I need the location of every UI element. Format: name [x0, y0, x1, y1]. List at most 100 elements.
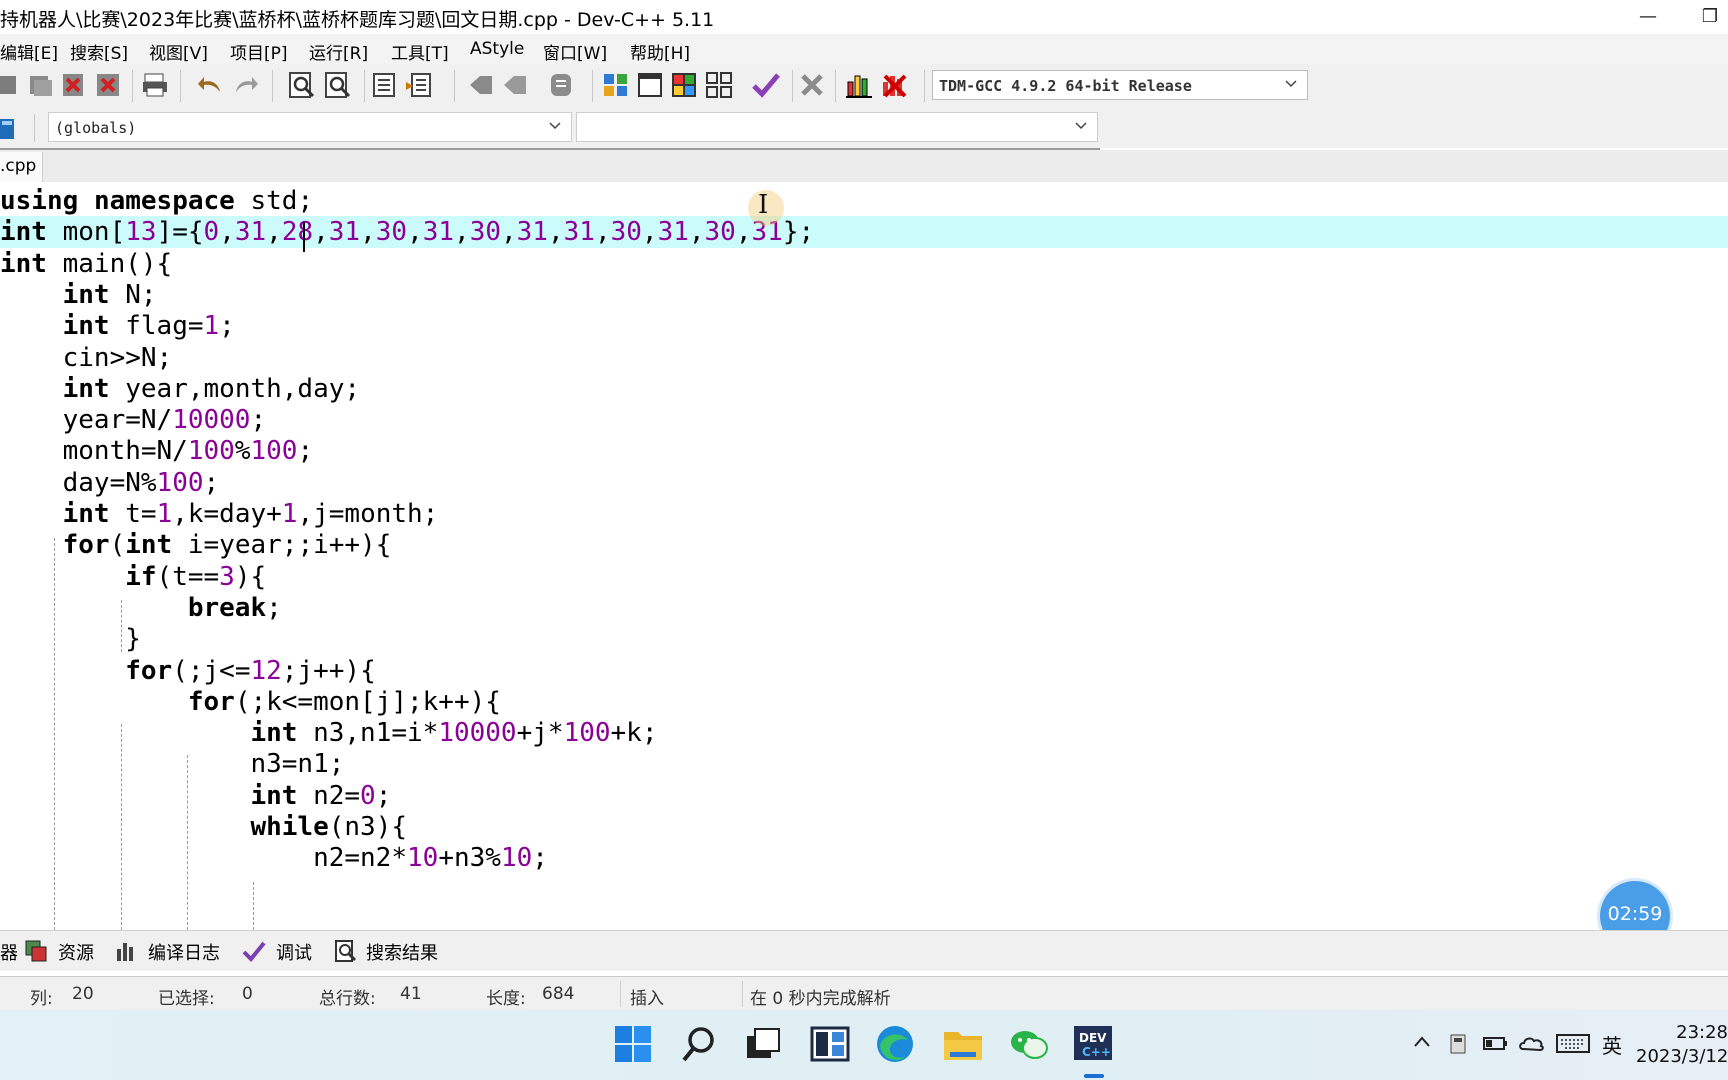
panel-tabs: 器 资源 编译日志 调试 搜索结果	[0, 930, 1728, 971]
task-view-icon[interactable]	[738, 1020, 788, 1068]
tab-resources[interactable]: 资源	[58, 939, 94, 965]
total-lines-label: 总行数:	[319, 989, 376, 1009]
find-icon[interactable]	[287, 70, 317, 100]
check-syntax-icon[interactable]	[751, 70, 781, 100]
menu-help[interactable]: 帮助[H]	[630, 39, 690, 64]
code-line[interactable]: cin>>N;	[0, 342, 1728, 374]
code-line[interactable]: int main(){	[0, 248, 1728, 280]
edge-icon[interactable]	[870, 1020, 920, 1068]
compiler-select[interactable]: TDM-GCC 4.9.2 64-bit Release	[932, 70, 1308, 100]
length-value: 684	[542, 984, 575, 1004]
code-line[interactable]: int flag=1;	[0, 310, 1728, 342]
tab-debug[interactable]: 调试	[276, 939, 312, 965]
menu-astyle[interactable]: AStyle	[470, 39, 524, 59]
code-line[interactable]: n3=n1;	[0, 748, 1728, 780]
menu-search[interactable]: 搜索[S]	[70, 39, 128, 64]
text-caret	[303, 222, 305, 252]
redo-icon[interactable]	[230, 70, 260, 100]
print-icon[interactable]	[140, 70, 170, 100]
goto-line-icon[interactable]	[370, 70, 400, 100]
start-icon[interactable]	[608, 1020, 658, 1068]
devcpp-icon[interactable]: DEVC++	[1068, 1020, 1118, 1068]
unindent-icon[interactable]	[500, 70, 530, 100]
restore-button[interactable]: ❐	[1680, 0, 1728, 34]
usb-icon[interactable]	[1446, 1032, 1470, 1056]
file-tab-bar	[0, 150, 1728, 182]
code-line[interactable]: int year,month,day;	[0, 373, 1728, 405]
close-file-icon[interactable]	[59, 70, 89, 100]
indent-guide	[121, 724, 122, 930]
toolbar-separator	[180, 70, 181, 102]
tab-compiler[interactable]: 器	[0, 939, 18, 965]
tile-icon[interactable]	[704, 70, 734, 100]
code-editor[interactable]: using namespace std; int mon[13]={0,31,28…	[0, 182, 1728, 930]
code-line[interactable]: int mon[13]={0,31,28,31,30,31,30,31,31,3…	[0, 216, 1728, 248]
indent-icon[interactable]	[466, 70, 496, 100]
tab-compile-log[interactable]: 编译日志	[148, 939, 220, 965]
undo-icon[interactable]	[196, 70, 226, 100]
minimize-button[interactable]: —	[1618, 0, 1678, 34]
code-line[interactable]: for(int i=year;;i++){	[0, 529, 1728, 561]
debug-icon	[242, 941, 266, 962]
comment-icon[interactable]	[546, 70, 576, 100]
toggle-bookmark-icon[interactable]	[404, 70, 434, 100]
code-line[interactable]: int N;	[0, 279, 1728, 311]
code-line[interactable]: day=N%100;	[0, 467, 1728, 499]
profile-chart-icon[interactable]	[844, 70, 874, 100]
chevron-down-icon	[1075, 122, 1087, 130]
clock[interactable]: 23:28 2023/3/12	[1636, 1022, 1728, 1070]
code-line[interactable]: int n2=0;	[0, 780, 1728, 812]
parse-status: 在 0 秒内完成解析	[750, 989, 891, 1009]
save-all-icon[interactable]	[26, 70, 56, 100]
ime-indicator[interactable]: 英	[1602, 1030, 1622, 1059]
close-all-icon[interactable]	[93, 70, 123, 100]
toolbar-separator	[924, 70, 925, 102]
code-line[interactable]: break;	[0, 592, 1728, 624]
wechat-icon[interactable]	[1004, 1020, 1054, 1068]
scope-select[interactable]: (globals)	[48, 112, 572, 142]
window-icon[interactable]	[635, 70, 665, 100]
code-line[interactable]: n2=n2*10+n3%10;	[0, 842, 1728, 874]
code-line[interactable]: month=N/100%100;	[0, 435, 1728, 467]
menu-run[interactable]: 运行[R]	[309, 39, 368, 64]
code-line[interactable]: }	[0, 623, 1728, 655]
menu-tools[interactable]: 工具[T]	[391, 39, 449, 64]
chevron-down-icon	[1285, 80, 1297, 88]
code-line[interactable]: while(n3){	[0, 811, 1728, 843]
search-icon[interactable]	[674, 1020, 724, 1068]
code-line[interactable]: for(;j<=12;j++){	[0, 655, 1728, 687]
menu-edit[interactable]: 编辑[E]	[0, 39, 58, 64]
code-line[interactable]: using namespace std;	[0, 185, 1728, 217]
code-line[interactable]: year=N/10000;	[0, 404, 1728, 436]
file-tab[interactable]: .cpp	[0, 152, 43, 182]
replace-icon[interactable]	[323, 70, 353, 100]
file-explorer-icon[interactable]	[938, 1020, 988, 1068]
code-line[interactable]: int n3,n1=i*10000+j*100+k;	[0, 717, 1728, 749]
code-line[interactable]: int t=1,k=day+1,j=month;	[0, 498, 1728, 530]
keyboard-icon[interactable]	[1556, 1032, 1590, 1054]
delete-profile-icon[interactable]	[879, 70, 909, 100]
widgets-icon[interactable]	[805, 1020, 855, 1068]
member-select[interactable]	[576, 112, 1098, 142]
battery-icon[interactable]	[1482, 1032, 1508, 1054]
active-app-indicator	[1084, 1074, 1104, 1078]
onedrive-icon[interactable]	[1518, 1032, 1546, 1054]
timer-label: 02:59	[1607, 903, 1663, 925]
color-grid-icon[interactable]	[669, 70, 699, 100]
window-title: 持机器人\比赛\2023年比赛\蓝桥杯\蓝桥杯题库习题\回文日期.cpp - D…	[0, 9, 715, 31]
new-project-icon[interactable]	[601, 70, 631, 100]
menu-view[interactable]: 视图[V]	[149, 39, 208, 64]
indent-guide	[121, 600, 122, 652]
menu-project[interactable]: 项目[P]	[230, 39, 288, 64]
class-browser-icon[interactable]	[0, 116, 16, 142]
tab-search-results[interactable]: 搜索结果	[366, 939, 438, 965]
code-line[interactable]: for(;k<=mon[j];k++){	[0, 686, 1728, 718]
insert-mode: 插入	[630, 989, 664, 1009]
taskbar: DEV C++ 英 23:28 2023/3/12	[0, 1010, 1728, 1080]
toolbar-separator	[454, 70, 455, 102]
code-line[interactable]: if(t==3){	[0, 561, 1728, 593]
stop-icon[interactable]	[797, 70, 827, 100]
file-tab-label: .cpp	[0, 156, 37, 176]
chevron-up-icon[interactable]	[1412, 1032, 1432, 1052]
menu-window[interactable]: 窗口[W]	[543, 39, 607, 64]
